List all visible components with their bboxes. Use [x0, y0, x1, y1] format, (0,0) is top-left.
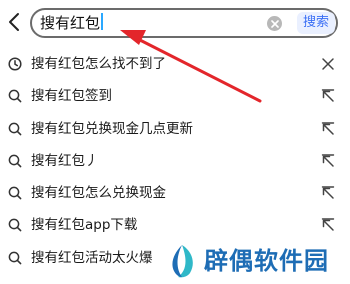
close-icon[interactable]	[321, 57, 335, 71]
search-header: 搜有红包 搜索	[0, 0, 350, 46]
suggestion-text: 搜有红包怎么找不到了	[31, 56, 166, 72]
search-icon	[8, 89, 22, 103]
fill-arrow-icon[interactable]	[321, 186, 335, 200]
suggestion-text: 搜有红包签到	[31, 88, 112, 105]
search-input[interactable]: 搜有红包 搜索	[30, 8, 338, 38]
search-icon	[8, 219, 22, 232]
watermark: 辟偶软件园	[160, 240, 350, 284]
watermark-logo-icon	[172, 245, 193, 278]
search-icon	[8, 251, 22, 265]
search-icon	[8, 154, 22, 168]
suggestion-item[interactable]: 搜有红包签到	[0, 81, 350, 113]
search-icon	[8, 122, 22, 135]
fill-arrow-icon[interactable]	[321, 218, 335, 232]
suggestion-item[interactable]: 搜有红包怎么找不到了	[0, 49, 350, 81]
search-button[interactable]: 搜索	[297, 12, 335, 34]
search-query[interactable]: 搜有红包	[40, 13, 104, 33]
suggestion-text: 搜有红包丿	[31, 152, 99, 169]
clear-x-icon	[270, 19, 279, 28]
fill-arrow-icon[interactable]	[321, 121, 335, 136]
suggestion-item[interactable]: 搜有红包app下载	[0, 210, 350, 242]
suggestion-text: 搜有红包活动太火爆	[31, 249, 153, 266]
chevron-left-icon	[9, 13, 19, 31]
suggestion-text: 搜有红包怎么兑换现金	[31, 185, 166, 202]
history-clock-icon	[8, 57, 22, 71]
back-button[interactable]	[4, 9, 24, 35]
watermark-text: 辟偶软件园	[204, 247, 329, 275]
suggestion-item[interactable]: 搜有红包丿	[0, 146, 350, 178]
suggestion-item[interactable]: 搜有红包兑换现金几点更新	[0, 114, 350, 146]
suggestion-item[interactable]: 搜有红包怎么兑换现金	[0, 178, 350, 210]
suggestion-text: 搜有红包app下载	[31, 217, 138, 234]
fill-arrow-icon[interactable]	[321, 89, 335, 103]
fill-arrow-icon[interactable]	[321, 154, 335, 168]
suggestion-text: 搜有红包兑换现金几点更新	[31, 120, 193, 137]
clear-button[interactable]	[267, 16, 282, 31]
search-icon	[8, 186, 22, 200]
search-query-text: 搜有红包	[40, 14, 101, 32]
text-caret	[101, 13, 104, 30]
